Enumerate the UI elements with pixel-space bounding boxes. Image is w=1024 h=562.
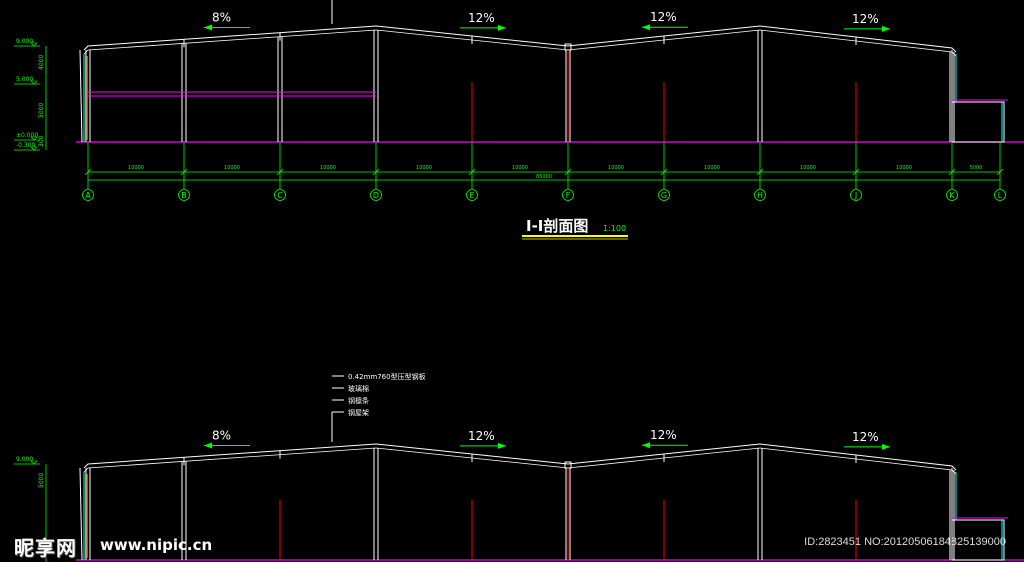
slope-arrowhead (204, 442, 212, 449)
watermark-id: ID:2823451 NO:20120506184825139000 (804, 536, 1006, 548)
roof-note: 玻璃棉 (348, 384, 369, 393)
axis-label: G (661, 191, 667, 200)
axis-label: A (85, 191, 91, 200)
roof-slope-label: 8% (212, 11, 231, 25)
wall-cladding (85, 56, 88, 140)
section-drawing-bottom: 8% 12% 12% 12% 0.42mm760型压型钢板玻璃棉钢檩条钢屋架 9.000 5… (14, 372, 1024, 562)
axis-label: B (181, 191, 187, 200)
bay-dimension: 10000 (512, 165, 528, 171)
axis-label: C (277, 191, 283, 200)
section-scale: 1:100 (603, 224, 626, 233)
height-label: 5000 (38, 103, 45, 118)
slope-arrowhead (204, 24, 212, 31)
roof-slope-label: 12% (650, 10, 677, 24)
axis-label: H (757, 191, 763, 200)
annex (951, 101, 1005, 143)
bay-dimension: 5000 (970, 165, 983, 171)
elevation-label: ±0.000 (16, 132, 38, 139)
bay-dimension: 10000 (704, 165, 720, 171)
wall-line (79, 49, 83, 143)
bay-dimension: 10000 (800, 165, 816, 171)
roof-slope-label: 12% (468, 429, 495, 443)
bay-dimension: 10000 (608, 165, 624, 171)
axis-label: D (373, 191, 379, 200)
axis-grid: A 10000 B 10000 C 10000 D 10000 E 10000 F 10000 G 100… (82, 142, 1006, 201)
roof-slope-label: 12% (650, 428, 677, 442)
wall-cladding (85, 474, 88, 558)
bay-dimension: 10000 (320, 165, 336, 171)
roof-line (83, 443, 957, 471)
gutter (564, 461, 572, 469)
elevation-label: 9.000 (16, 456, 33, 463)
section-title-block: Ⅰ-Ⅰ剖面图 1:100 (522, 217, 628, 240)
roof-note: 钢屋架 (348, 408, 369, 417)
slope-arrowhead (642, 24, 650, 31)
roof-slope-label: 12% (852, 12, 879, 26)
gutter (564, 43, 572, 51)
axis-label: F (566, 191, 571, 200)
slope-arrowhead (642, 442, 650, 449)
slope-arrowhead (882, 25, 890, 32)
height-label: 5000 (38, 473, 45, 488)
slope-arrowhead (498, 24, 506, 31)
bay-dimension: 10000 (128, 165, 144, 171)
roof-slope-label: 8% (212, 429, 231, 443)
bay-dimension: 10000 (896, 165, 912, 171)
roof-line (83, 25, 957, 53)
elevation-label: -0.300 (16, 142, 36, 149)
roof-note: 钢檩条 (348, 396, 369, 405)
roof-slope-label: 12% (468, 11, 495, 25)
roof-note: 0.42mm760型压型钢板 (348, 372, 426, 381)
bay-dimension: 10000 (416, 165, 432, 171)
height-label: 300 (38, 135, 45, 147)
cad-drawing: 8% 12% 12% 12% 钢屋架 9.000 5.000 ±0.000 -0.300 4000… (14, 0, 1024, 562)
slope-arrowhead (882, 443, 890, 450)
axis-label: L (998, 191, 1003, 200)
total-span-dimension: 85000 (536, 174, 552, 180)
wall-line (79, 467, 83, 561)
roof-slope-label: 12% (852, 430, 879, 444)
watermark-logo: 昵享网 (14, 536, 77, 560)
elevation-label: 5.000 (16, 76, 33, 83)
bay-dimension: 10000 (224, 165, 240, 171)
axis-label: E (469, 191, 474, 200)
section-drawing-top: 8%12%12%12%钢屋架9.0005.000±0.000-0.3004000… (14, 0, 1024, 151)
axis-label: K (949, 191, 955, 200)
watermark-url: www.nipic.cn (100, 536, 213, 554)
axis-label: J (854, 191, 857, 200)
slope-arrowhead (498, 442, 506, 449)
section-title: Ⅰ-Ⅰ剖面图 (526, 217, 588, 235)
height-label: 4000 (38, 55, 45, 70)
elevation-label: 9.000 (16, 38, 33, 45)
